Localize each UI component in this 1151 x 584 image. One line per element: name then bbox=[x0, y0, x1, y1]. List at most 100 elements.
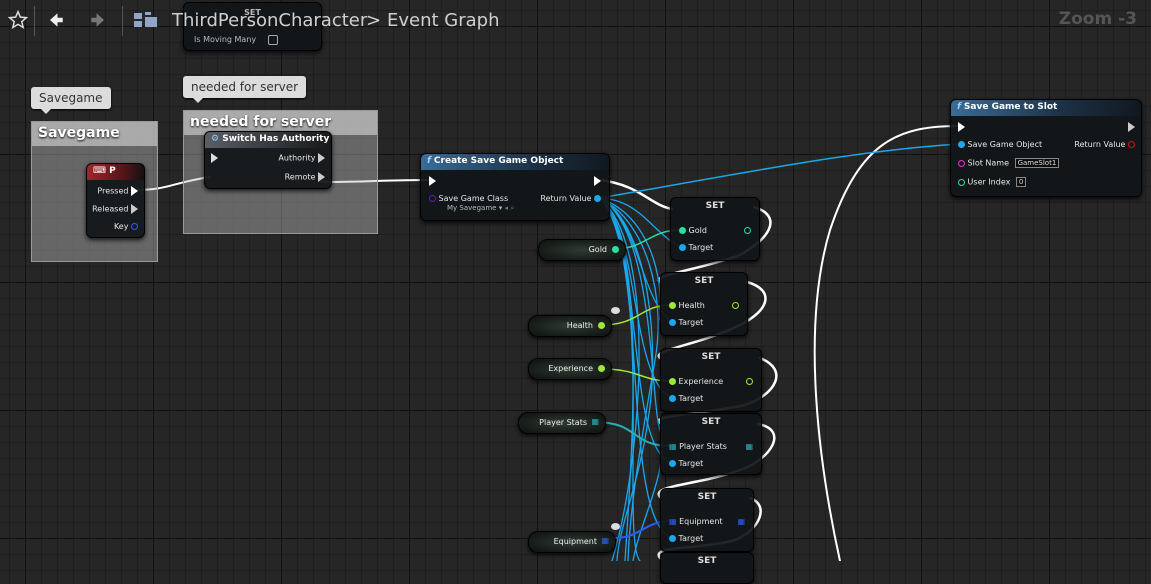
slot-name-pin[interactable] bbox=[958, 159, 965, 167]
array-grid-icon[interactable]: ▦ bbox=[669, 517, 677, 526]
comment-bubble-savegame[interactable]: Savegame bbox=[31, 87, 111, 114]
save-node-header: f Save Game to Slot bbox=[951, 100, 1141, 116]
released-label: Released bbox=[92, 204, 129, 214]
save-game-object-pin[interactable] bbox=[958, 141, 965, 148]
save-game-to-slot-node[interactable]: f Save Game to Slot Save Game Object Retu… bbox=[950, 99, 1142, 197]
input-key-node-header: ⌨ P bbox=[87, 164, 144, 180]
pressed-exec-pin[interactable] bbox=[131, 186, 138, 196]
experience-input-pin[interactable] bbox=[669, 378, 676, 385]
forward-arrow-icon[interactable] bbox=[84, 6, 112, 34]
remote-label: Remote bbox=[284, 172, 316, 182]
key-node-title: P bbox=[109, 166, 116, 176]
set-node-partial[interactable]: SET bbox=[660, 552, 754, 584]
struct-grid-icon[interactable]: ▦ bbox=[745, 442, 753, 451]
target-pin[interactable] bbox=[669, 395, 676, 402]
back-arrow-icon[interactable]: ◂ bbox=[504, 204, 508, 212]
get-health-node[interactable]: Health bbox=[528, 315, 612, 337]
comment-title-savegame: Savegame bbox=[32, 122, 157, 146]
player-stats-variable-label: Player Stats bbox=[539, 418, 587, 427]
user-index-pin[interactable] bbox=[958, 178, 965, 186]
save-game-object-label: Save Game Object bbox=[967, 140, 1043, 149]
equipment-label: Equipment bbox=[679, 517, 723, 526]
back-arrow-icon[interactable] bbox=[42, 6, 70, 34]
target-pin[interactable] bbox=[679, 244, 686, 251]
blueprint-graph-icon bbox=[132, 6, 160, 34]
get-player-stats-node[interactable]: Player Stats ▦ bbox=[518, 412, 606, 434]
save-game-class-label: Save Game Class bbox=[438, 194, 509, 203]
set-node-equipment[interactable]: SET ▦ Equipment Target ▦ bbox=[660, 488, 754, 552]
target-label: Target bbox=[678, 394, 704, 403]
set-node-health[interactable]: SET Health Target bbox=[660, 272, 748, 336]
released-exec-pin[interactable] bbox=[131, 204, 138, 214]
save-node-title: Save Game to Slot bbox=[963, 102, 1058, 112]
create-exec-in-pin[interactable] bbox=[429, 176, 436, 186]
slot-name-input[interactable]: GameSlot1 bbox=[1014, 158, 1060, 168]
key-struct-pin[interactable] bbox=[131, 223, 138, 230]
create-return-value-label: Return Value bbox=[540, 194, 592, 203]
function-icon: f bbox=[957, 102, 961, 112]
struct-grid-icon[interactable]: ▦ bbox=[669, 442, 677, 451]
save-game-class-dropdown[interactable]: My Savegame bbox=[447, 204, 496, 212]
authority-exec-in-pin[interactable] bbox=[211, 153, 218, 163]
get-gold-node[interactable]: Gold bbox=[538, 239, 626, 261]
breadcrumb-separator: > bbox=[366, 10, 382, 31]
set-node-gold[interactable]: SET Gold Target bbox=[670, 197, 760, 261]
reroute-knot[interactable] bbox=[611, 307, 620, 314]
set-node-title: SET bbox=[701, 417, 721, 427]
target-label: Target bbox=[678, 459, 704, 468]
experience-output-pin[interactable] bbox=[746, 378, 753, 385]
set-node-title: SET bbox=[697, 492, 717, 502]
get-experience-node[interactable]: Experience bbox=[528, 358, 612, 380]
health-input-pin[interactable] bbox=[669, 302, 676, 309]
health-output-pin[interactable] bbox=[732, 302, 739, 309]
create-return-value-pin[interactable] bbox=[594, 195, 601, 202]
breadcrumb-blueprint[interactable]: ThirdPersonCharacter bbox=[172, 10, 367, 31]
save-exec-in-pin[interactable] bbox=[958, 122, 965, 132]
switch-icon: ⚙ bbox=[211, 134, 220, 144]
save-exec-out-pin[interactable] bbox=[1128, 122, 1135, 132]
breadcrumb-graph[interactable]: Event Graph bbox=[387, 10, 500, 31]
player-stats-label: Player Stats bbox=[679, 442, 727, 451]
target-pin[interactable] bbox=[669, 319, 676, 326]
target-pin[interactable] bbox=[669, 460, 676, 467]
experience-output-pin[interactable] bbox=[598, 365, 605, 372]
switch-has-authority-node[interactable]: ⚙ Switch Has Authority Authority Remote bbox=[204, 131, 332, 189]
set-node-player-stats[interactable]: SET ▦ Player Stats Target ▦ bbox=[660, 413, 762, 475]
set-node-experience[interactable]: SET Experience Target bbox=[660, 348, 762, 412]
reroute-knot[interactable] bbox=[611, 523, 620, 530]
array-grid-icon[interactable]: ▦ bbox=[601, 536, 609, 545]
create-exec-out-pin[interactable] bbox=[594, 176, 601, 186]
input-key-p-node[interactable]: ⌨ P Pressed Released Key bbox=[86, 163, 145, 238]
user-index-input[interactable]: 0 bbox=[1015, 177, 1027, 187]
gold-output-pin[interactable] bbox=[744, 227, 751, 234]
toolbar-divider bbox=[122, 6, 123, 36]
pressed-label: Pressed bbox=[97, 186, 129, 196]
star-icon[interactable] bbox=[4, 6, 32, 34]
function-icon: f bbox=[427, 156, 431, 166]
array-grid-icon[interactable]: ▦ bbox=[737, 517, 745, 526]
create-node-title: Create Save Game Object bbox=[433, 156, 564, 166]
gold-variable-label: Gold bbox=[588, 245, 607, 254]
comment-bubble-server[interactable]: needed for server bbox=[183, 76, 307, 103]
set-node-title: SET bbox=[694, 276, 714, 286]
create-node-header: f Create Save Game Object bbox=[421, 154, 609, 170]
gold-input-pin[interactable] bbox=[679, 227, 686, 234]
save-return-value-pin[interactable] bbox=[1128, 141, 1135, 148]
get-equipment-node[interactable]: Equipment ▦ bbox=[528, 531, 616, 553]
authority-node-header: ⚙ Switch Has Authority bbox=[205, 132, 331, 148]
health-output-pin[interactable] bbox=[598, 322, 605, 329]
gold-output-pin[interactable] bbox=[612, 246, 619, 253]
create-save-game-object-node[interactable]: f Create Save Game Object Save Game Class… bbox=[420, 153, 610, 221]
toolbar-divider bbox=[34, 6, 35, 36]
struct-grid-icon[interactable]: ▦ bbox=[591, 417, 599, 426]
dropdown-arrow-icon[interactable]: ▾ bbox=[499, 204, 503, 212]
authority-exec-out-pin[interactable] bbox=[318, 153, 325, 163]
user-index-label: User Index bbox=[967, 177, 1011, 187]
remote-exec-out-pin[interactable] bbox=[318, 172, 325, 182]
search-icon[interactable]: ⌕ bbox=[510, 204, 514, 212]
exec-wire-to-save bbox=[813, 125, 959, 561]
gold-label: Gold bbox=[688, 226, 707, 235]
slot-name-label: Slot Name bbox=[967, 158, 1010, 168]
target-pin[interactable] bbox=[669, 535, 676, 542]
save-game-class-pin[interactable] bbox=[429, 195, 436, 202]
